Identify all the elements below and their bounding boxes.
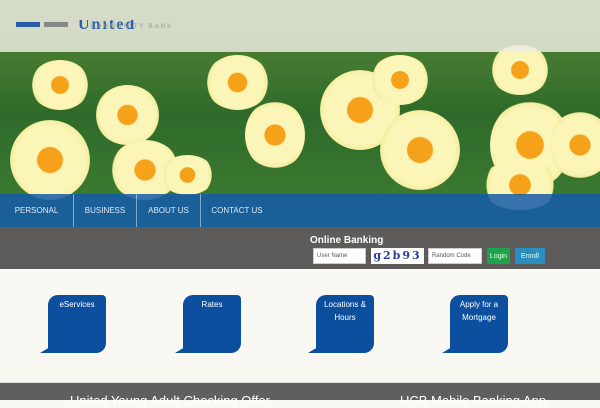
tile-eservices[interactable]: eServices: [40, 295, 106, 353]
online-banking-bar: Online Banking User Name g2b93 Random Co…: [0, 227, 600, 269]
random-code-input[interactable]: Random Code: [428, 248, 482, 264]
nav-personal[interactable]: PERSONAL: [0, 194, 74, 227]
tile-locations-hours[interactable]: Locations & Hours: [308, 295, 374, 353]
username-input[interactable]: User Name: [313, 248, 366, 264]
captcha-image: g2b93: [371, 248, 424, 264]
enroll-button[interactable]: Enroll: [515, 248, 545, 264]
nav-about-us[interactable]: ABOUT US: [137, 194, 201, 227]
nav-contact-us[interactable]: CONTACT US: [201, 194, 273, 227]
footer-promos: United Young Adult Checking Offer UCB Mo…: [0, 382, 600, 408]
promo-young-adult-checking[interactable]: United Young Adult Checking Offer: [70, 393, 270, 408]
login-button[interactable]: Login: [487, 248, 510, 264]
nav-business[interactable]: BUSINESS: [74, 194, 137, 227]
main-nav: PERSONAL BUSINESS ABOUT US CONTACT US: [0, 194, 600, 227]
online-banking-title: Online Banking: [310, 235, 384, 246]
promo-mobile-banking[interactable]: UCB Mobile Banking App: [400, 393, 546, 408]
tile-apply-mortgage[interactable]: Apply for a Mortgage: [442, 295, 508, 353]
bank-logo[interactable]: United COMMUNITY BANK: [16, 18, 173, 30]
tile-rates[interactable]: Rates: [175, 295, 241, 353]
